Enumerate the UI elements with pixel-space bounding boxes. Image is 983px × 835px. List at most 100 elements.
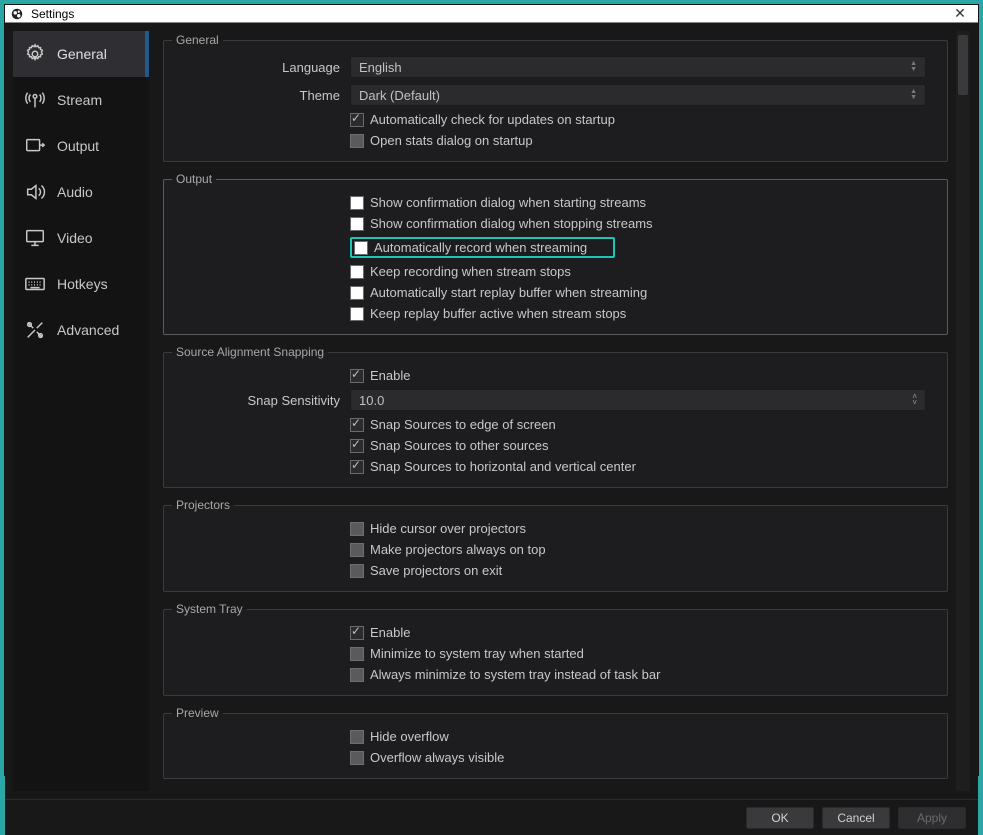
group-legend: Source Alignment Snapping bbox=[172, 345, 328, 359]
confirm-stop-label: Show confirmation dialog when stopping s… bbox=[370, 216, 653, 231]
apply-button[interactable]: Apply bbox=[898, 807, 966, 829]
output-icon bbox=[23, 135, 47, 157]
save-exit-checkbox[interactable] bbox=[350, 564, 364, 578]
group-snapping: Source Alignment Snapping Enable Snap Se… bbox=[163, 345, 948, 488]
sidebar-item-label: Output bbox=[57, 138, 99, 154]
sidebar-item-hotkeys[interactable]: Hotkeys bbox=[13, 261, 149, 307]
group-output: Output Show confirmation dialog when sta… bbox=[163, 172, 948, 335]
language-label: Language bbox=[172, 60, 350, 75]
hide-overflow-checkbox[interactable] bbox=[350, 730, 364, 744]
open-stats-label: Open stats dialog on startup bbox=[370, 133, 533, 148]
auto-record-highlight: Automatically record when streaming bbox=[350, 237, 615, 258]
ok-button[interactable]: OK bbox=[746, 807, 814, 829]
gear-icon bbox=[23, 43, 47, 65]
overflow-visible-checkbox[interactable] bbox=[350, 751, 364, 765]
group-legend: Preview bbox=[172, 706, 223, 720]
tray-minimize-start-checkbox[interactable] bbox=[350, 647, 364, 661]
auto-update-checkbox[interactable] bbox=[350, 113, 364, 127]
open-stats-checkbox[interactable] bbox=[350, 134, 364, 148]
group-general: General Language English ▲▼ Theme bbox=[163, 33, 948, 162]
group-system-tray: System Tray Enable Minimize to system tr… bbox=[163, 602, 948, 696]
cancel-button[interactable]: Cancel bbox=[822, 807, 890, 829]
sidebar-item-label: Audio bbox=[57, 184, 93, 200]
keep-replay-checkbox[interactable] bbox=[350, 307, 364, 321]
updown-icon: ▲▼ bbox=[910, 61, 917, 73]
spinbox-value: 10.0 bbox=[359, 393, 384, 408]
tray-always-minimize-label: Always minimize to system tray instead o… bbox=[370, 667, 660, 682]
tray-always-minimize-checkbox[interactable] bbox=[350, 668, 364, 682]
updown-icon: ˄˅ bbox=[912, 394, 917, 406]
auto-replay-label: Automatically start replay buffer when s… bbox=[370, 285, 647, 300]
sidebar: General Stream Output bbox=[13, 31, 149, 791]
hide-overflow-label: Hide overflow bbox=[370, 729, 449, 744]
snap-center-checkbox[interactable] bbox=[350, 460, 364, 474]
scrollbar-thumb[interactable] bbox=[958, 35, 968, 95]
sidebar-item-label: Video bbox=[57, 230, 93, 246]
auto-replay-checkbox[interactable] bbox=[350, 286, 364, 300]
theme-label: Theme bbox=[172, 88, 350, 103]
sidebar-item-general[interactable]: General bbox=[13, 31, 149, 77]
settings-window: Settings ✕ General Stream bbox=[4, 4, 979, 776]
combo-value: English bbox=[359, 60, 402, 75]
sidebar-item-output[interactable]: Output bbox=[13, 123, 149, 169]
always-top-checkbox[interactable] bbox=[350, 543, 364, 557]
confirm-stop-checkbox[interactable] bbox=[350, 217, 364, 231]
snap-enable-checkbox[interactable] bbox=[350, 369, 364, 383]
window-body: General Stream Output bbox=[5, 23, 978, 835]
group-projectors: Projectors Hide cursor over projectors M… bbox=[163, 498, 948, 592]
snap-enable-label: Enable bbox=[370, 368, 410, 383]
group-legend: System Tray bbox=[172, 602, 247, 616]
tray-enable-label: Enable bbox=[370, 625, 410, 640]
theme-combo[interactable]: Dark (Default) ▲▼ bbox=[350, 84, 926, 106]
keep-replay-label: Keep replay buffer active when stream st… bbox=[370, 306, 626, 321]
window-title: Settings bbox=[31, 7, 946, 21]
save-exit-label: Save projectors on exit bbox=[370, 563, 502, 578]
content-scroll[interactable]: General Language English ▲▼ Theme bbox=[153, 31, 954, 791]
snap-other-checkbox[interactable] bbox=[350, 439, 364, 453]
always-top-label: Make projectors always on top bbox=[370, 542, 546, 557]
auto-record-checkbox[interactable] bbox=[354, 241, 368, 255]
keep-recording-checkbox[interactable] bbox=[350, 265, 364, 279]
ok-label: OK bbox=[771, 811, 788, 825]
updown-icon: ▲▼ bbox=[910, 89, 917, 101]
language-combo[interactable]: English ▲▼ bbox=[350, 56, 926, 78]
snap-other-label: Snap Sources to other sources bbox=[370, 438, 549, 453]
confirm-start-label: Show confirmation dialog when starting s… bbox=[370, 195, 646, 210]
hide-cursor-checkbox[interactable] bbox=[350, 522, 364, 536]
auto-record-label: Automatically record when streaming bbox=[374, 240, 587, 255]
snap-edge-checkbox[interactable] bbox=[350, 418, 364, 432]
cancel-label: Cancel bbox=[837, 811, 874, 825]
group-legend: Output bbox=[172, 172, 216, 186]
main-area: General Stream Output bbox=[5, 23, 978, 799]
group-preview: Preview Hide overflow Overflow always vi… bbox=[163, 706, 948, 779]
confirm-start-checkbox[interactable] bbox=[350, 196, 364, 210]
combo-value: Dark (Default) bbox=[359, 88, 440, 103]
snap-center-label: Snap Sources to horizontal and vertical … bbox=[370, 459, 636, 474]
monitor-icon bbox=[23, 227, 47, 249]
content-wrap: General Language English ▲▼ Theme bbox=[153, 31, 970, 791]
snap-sensitivity-label: Snap Sensitivity bbox=[172, 393, 350, 408]
sidebar-item-video[interactable]: Video bbox=[13, 215, 149, 261]
tray-minimize-start-label: Minimize to system tray when started bbox=[370, 646, 584, 661]
overflow-visible-label: Overflow always visible bbox=[370, 750, 504, 765]
close-icon[interactable]: ✕ bbox=[946, 5, 974, 22]
keep-recording-label: Keep recording when stream stops bbox=[370, 264, 571, 279]
tools-icon bbox=[23, 319, 47, 341]
sidebar-item-label: Stream bbox=[57, 92, 102, 108]
tray-enable-checkbox[interactable] bbox=[350, 626, 364, 640]
scrollbar[interactable] bbox=[956, 31, 970, 791]
keyboard-icon bbox=[23, 273, 47, 295]
snap-sensitivity-spinbox[interactable]: 10.0 ˄˅ bbox=[350, 389, 926, 411]
app-icon bbox=[9, 6, 25, 22]
antenna-icon bbox=[23, 89, 47, 111]
sidebar-item-advanced[interactable]: Advanced bbox=[13, 307, 149, 353]
speaker-icon bbox=[23, 181, 47, 203]
sidebar-item-stream[interactable]: Stream bbox=[13, 77, 149, 123]
hide-cursor-label: Hide cursor over projectors bbox=[370, 521, 526, 536]
sidebar-item-label: General bbox=[57, 46, 107, 62]
sidebar-item-label: Advanced bbox=[57, 322, 119, 338]
sidebar-item-label: Hotkeys bbox=[57, 276, 108, 292]
footer: OK Cancel Apply bbox=[5, 799, 978, 835]
group-legend: General bbox=[172, 33, 223, 47]
sidebar-item-audio[interactable]: Audio bbox=[13, 169, 149, 215]
